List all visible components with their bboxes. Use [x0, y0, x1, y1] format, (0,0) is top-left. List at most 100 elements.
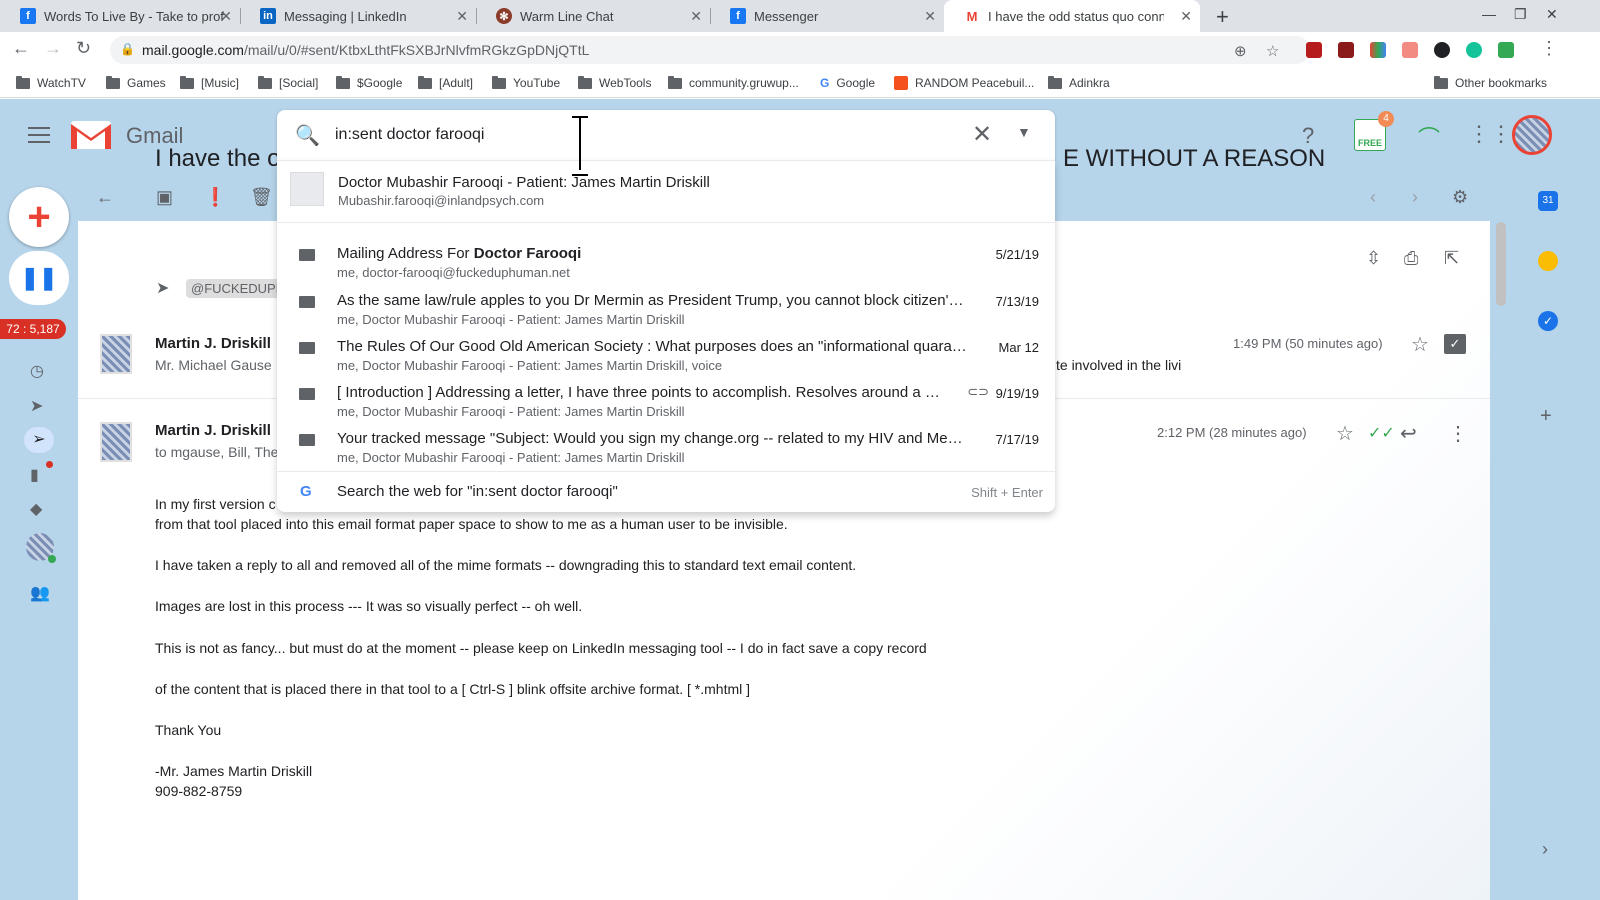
message-sender[interactable]: Martin J. Driskill: [155, 422, 271, 439]
search-icon[interactable]: 🔍: [295, 123, 320, 148]
extension-qr-icon[interactable]: [1306, 42, 1322, 58]
scrollbar-thumb[interactable]: [1496, 222, 1506, 306]
search-suggestion-item[interactable]: As the same law/rule apples to you Dr Me…: [277, 286, 1055, 332]
extension-audio-icon[interactable]: [1338, 42, 1354, 58]
compose-button[interactable]: +: [9, 187, 69, 247]
extension-bug-icon[interactable]: [1434, 42, 1450, 58]
bookmark-youtube[interactable]: YouTube: [492, 75, 560, 90]
search-box: 🔍 ✕ ▼: [277, 110, 1055, 160]
address-bar[interactable]: 🔒 mail.google.com/mail/u/0/#sent/KtbxLth…: [110, 36, 1310, 64]
more-options-icon[interactable]: ⋮: [1448, 421, 1468, 446]
browser-toolbar: ← → ↻ 🔒 mail.google.com/mail/u/0/#sent/K…: [0, 32, 1600, 68]
close-tab-icon[interactable]: ✕: [456, 8, 468, 25]
expand-all-icon[interactable]: ⇳: [1366, 248, 1381, 269]
snoozed-clock-icon[interactable]: ◷: [30, 361, 44, 381]
bookmark-adinkra[interactable]: Adinkra: [1048, 75, 1110, 90]
bookmark-watchtv[interactable]: WatchTV: [16, 75, 86, 90]
extension-arc-icon[interactable]: [1370, 42, 1386, 58]
drafts-icon[interactable]: ▮: [30, 465, 39, 485]
star-icon[interactable]: ☆: [1411, 332, 1429, 357]
bookmark-adult[interactable]: [Adult]: [418, 75, 473, 90]
chrome-menu-icon[interactable]: ⋮: [1540, 38, 1558, 59]
archive-icon[interactable]: ▣: [156, 187, 173, 208]
important-label-icon[interactable]: ➤: [30, 396, 43, 416]
open-new-window-icon[interactable]: ⇱: [1444, 248, 1459, 269]
google-g-icon: G: [300, 483, 312, 500]
report-spam-icon[interactable]: ❗: [204, 187, 226, 208]
contact-suggestion[interactable]: Doctor Mubashir Farooqi - Patient: James…: [277, 161, 1055, 223]
back-icon[interactable]: ←: [12, 38, 30, 59]
restore-icon[interactable]: ❐: [1514, 6, 1527, 23]
bookmark-webtools[interactable]: WebTools: [578, 75, 651, 90]
browser-tab-4[interactable]: f Messenger ✕: [710, 0, 944, 32]
bookmark-random-peacebuil[interactable]: RANDOM Peacebuil...: [894, 76, 1034, 90]
settings-gear-icon[interactable]: ⚙: [1452, 187, 1468, 208]
counter-badge: 72 : 5,187: [0, 319, 66, 339]
extension-share-icon[interactable]: [1402, 42, 1418, 58]
message-sender[interactable]: Martin J. Driskill: [155, 335, 271, 352]
calendar-icon[interactable]: 31: [1538, 191, 1558, 211]
tasks-icon[interactable]: ✓: [1538, 311, 1558, 331]
new-tab-icon[interactable]: +: [1216, 4, 1229, 30]
bookmark-community[interactable]: community.gruwup...: [668, 75, 799, 90]
forward-icon[interactable]: →: [44, 38, 62, 59]
linkedin-icon: in: [260, 8, 276, 24]
search-suggestion-item[interactable]: Mailing Address For Doctor Farooqi me, d…: [277, 239, 1055, 285]
bookmark-other[interactable]: Other bookmarks: [1434, 75, 1547, 90]
sender-avatar: [100, 334, 132, 374]
importance-marker-icon[interactable]: ➤: [156, 278, 169, 298]
bookmark-star-icon[interactable]: ☆: [1266, 42, 1279, 60]
browser-tab-3[interactable]: ✻ Warm Line Chat ✕: [476, 0, 710, 32]
message-snippet[interactable]: Mr. Michael Gause: [155, 357, 272, 373]
close-tab-icon[interactable]: ✕: [1180, 8, 1192, 25]
close-tab-icon[interactable]: ✕: [220, 8, 232, 25]
close-tab-icon[interactable]: ✕: [690, 8, 702, 25]
bookmark-social[interactable]: [Social]: [258, 75, 318, 90]
zoom-icon[interactable]: ⊕: [1234, 42, 1247, 60]
print-icon[interactable]: ⎙: [1404, 248, 1418, 269]
web-search-option[interactable]: G Search the web for "in:sent doctor far…: [277, 471, 1055, 513]
grammarly-icon[interactable]: [1466, 42, 1482, 58]
newer-icon[interactable]: ‹: [1370, 187, 1376, 208]
expand-panel-icon[interactable]: ›: [1542, 839, 1548, 860]
search-suggestion-item[interactable]: [ Introduction ] Addressing a letter, I …: [277, 378, 1055, 424]
sent-icon[interactable]: ➢: [24, 427, 54, 453]
contacts-icon[interactable]: 👥: [30, 583, 50, 603]
bookmark-google-folder[interactable]: $Google: [336, 75, 402, 90]
close-tab-icon[interactable]: ✕: [924, 8, 936, 25]
bookmark-games[interactable]: Games: [106, 75, 166, 90]
extension-mail-check-icon[interactable]: [1498, 42, 1514, 58]
window-close-icon[interactable]: ✕: [1546, 6, 1558, 23]
reload-icon[interactable]: ↻: [76, 38, 91, 59]
bookmark-music[interactable]: [Music]: [180, 75, 239, 90]
browser-tab-5-active[interactable]: M I have the odd status quo conne ✕: [944, 0, 1200, 32]
message-snippet-right[interactable]: te involved in the livi: [1056, 357, 1181, 373]
search-suggestion-item[interactable]: The Rules Of Our Good Old American Socie…: [277, 332, 1055, 378]
browser-tab-1[interactable]: f Words To Live By - Take to profes ✕: [0, 0, 240, 32]
keep-icon[interactable]: [1538, 251, 1558, 271]
back-to-list-icon[interactable]: ←: [96, 187, 114, 208]
clear-search-icon[interactable]: ✕: [972, 120, 992, 149]
label-icon[interactable]: ◆: [30, 499, 42, 519]
older-icon[interactable]: ›: [1412, 187, 1418, 208]
apps-grid-icon[interactable]: ⋮⋮: [1468, 121, 1512, 147]
main-menu-icon[interactable]: [28, 127, 50, 143]
tracking-check-icon[interactable]: ✓: [1444, 334, 1466, 354]
body-line: In my first version c: [155, 496, 276, 512]
star-icon[interactable]: ☆: [1336, 421, 1354, 446]
search-suggestion-item[interactable]: Your tracked message "Subject: Would you…: [277, 424, 1055, 470]
browser-tab-2[interactable]: in Messaging | LinkedIn ✕: [240, 0, 476, 32]
extension-arc-icon[interactable]: ⌒: [1418, 121, 1440, 153]
search-options-icon[interactable]: ▼: [1017, 124, 1031, 140]
reply-icon[interactable]: ↩: [1400, 421, 1417, 446]
contact-avatar-icon: [290, 172, 324, 206]
search-input[interactable]: [335, 122, 935, 148]
double-check-icon[interactable]: ✓✓: [1368, 423, 1395, 443]
pause-inbox-button[interactable]: ❚❚: [9, 251, 69, 305]
message-recipients[interactable]: to mgause, Bill, The: [155, 444, 278, 460]
add-addon-icon[interactable]: +: [1540, 405, 1552, 428]
label-chip[interactable]: @FUCKEDUPH: [186, 279, 291, 298]
bookmark-google[interactable]: G Google: [820, 76, 875, 90]
delete-icon[interactable]: 🗑: [250, 187, 273, 208]
minimize-icon[interactable]: —: [1482, 6, 1496, 22]
